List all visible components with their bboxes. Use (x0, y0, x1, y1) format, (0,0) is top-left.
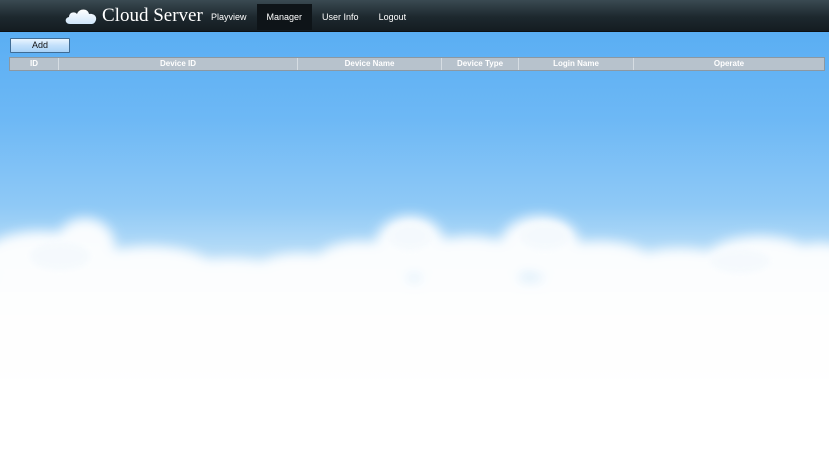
top-navbar: Cloud Server Playview Manager User Info … (0, 0, 829, 32)
app-title: Cloud Server (102, 5, 203, 26)
nav-item-user-info[interactable]: User Info (312, 4, 369, 30)
nav-item-manager[interactable]: Manager (256, 4, 313, 30)
app-logo[interactable]: Cloud Server (64, 5, 203, 27)
cloud-background-image (0, 216, 829, 381)
nav-item-playview[interactable]: Playview (201, 4, 257, 30)
column-header-device-name[interactable]: Device Name (298, 58, 442, 70)
sky-background (0, 31, 829, 381)
column-header-id[interactable]: ID (10, 58, 59, 70)
column-header-device-type[interactable]: Device Type (442, 58, 519, 70)
add-device-button[interactable]: Add (10, 38, 70, 53)
column-header-login-name[interactable]: Login Name (519, 58, 634, 70)
nav-item-logout[interactable]: Logout (369, 4, 417, 30)
main-nav: Playview Manager User Info Logout (201, 4, 416, 30)
cloud-icon (65, 9, 97, 24)
column-header-operate[interactable]: Operate (634, 58, 824, 70)
column-header-device-id[interactable]: Device ID (59, 58, 298, 70)
device-table-header: ID Device ID Device Name Device Type Log… (9, 57, 825, 71)
